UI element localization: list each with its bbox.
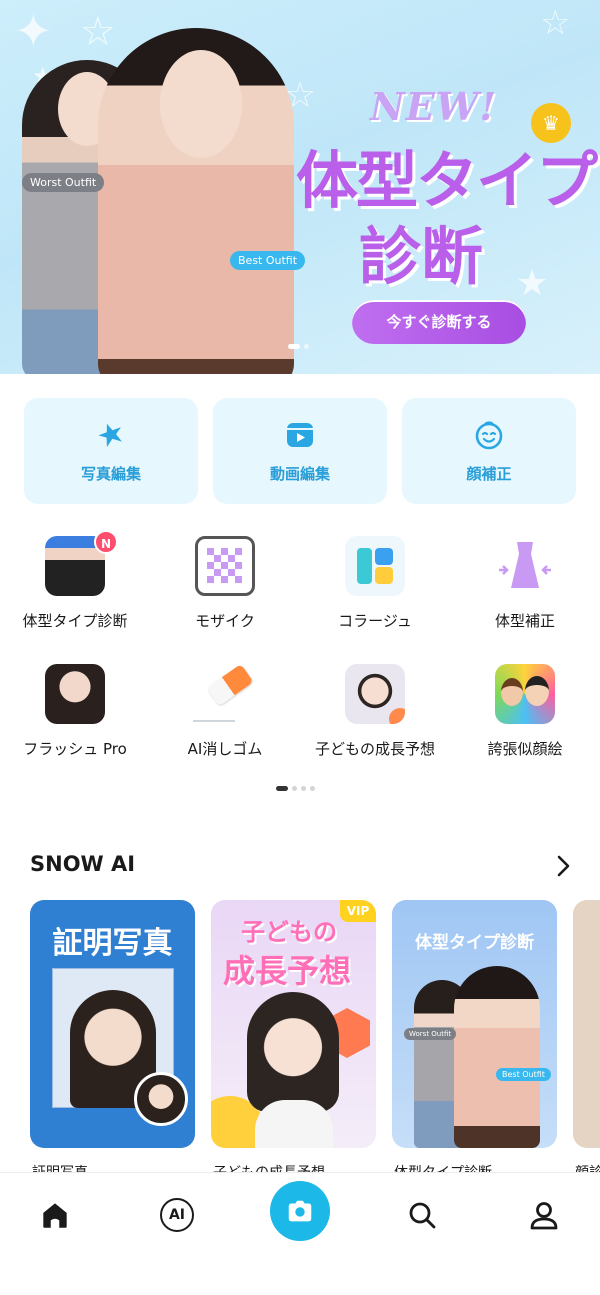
partial-card-image	[573, 900, 600, 1148]
child-shirt	[255, 1100, 333, 1148]
star-decoration: ☆	[540, 3, 571, 43]
face-icon	[475, 420, 503, 449]
new-badge: N	[94, 530, 118, 554]
profile-icon	[530, 1202, 558, 1230]
child-growth-thumbnail	[345, 664, 405, 724]
feature-label: 体型補正	[494, 612, 555, 630]
nav-search[interactable]	[402, 1195, 442, 1235]
feature-label: モザイク	[195, 612, 255, 630]
feature-label: AI消しゴム	[187, 740, 263, 758]
new-label: NEW!	[370, 84, 498, 129]
ai-card-partial[interactable]: 顔診	[573, 900, 600, 1181]
chevron-right-icon[interactable]	[552, 852, 576, 880]
feature-body-retouch[interactable]: 体型補正	[450, 536, 600, 642]
feature-label: 子どもの成長予想	[314, 740, 435, 758]
ai-card-id-photo[interactable]: 証明写真 証明写真	[30, 900, 195, 1181]
face-retouch-button[interactable]: 顔補正	[402, 398, 576, 504]
nav-ai[interactable]: AI	[157, 1195, 197, 1235]
feature-grid: N 体型タイプ診断 モザイク コラージュ 体型補正 フラッシュ Pro AI消し…	[0, 530, 600, 770]
camera-icon	[288, 1200, 312, 1222]
face-retouch-label: 顔補正	[466, 464, 512, 483]
photo-edit-button[interactable]: 写真編集	[24, 398, 198, 504]
feature-caricature[interactable]: 誇張似顔絵	[450, 664, 600, 770]
hero-pager	[288, 344, 309, 349]
feature-body-type-diagnosis[interactable]: N 体型タイプ診断	[0, 530, 150, 642]
bottom-nav: AI	[0, 1172, 600, 1295]
search-icon	[409, 1202, 436, 1229]
feature-label: 体型タイプ診断	[22, 612, 128, 630]
star-decoration: ✦	[14, 4, 53, 58]
caricature-thumbnail	[495, 664, 555, 724]
pager-dot-active	[276, 786, 288, 791]
worst-outfit-tag: Worst Outfit	[22, 173, 105, 192]
vip-badge: VIP	[340, 900, 376, 922]
photo-edit-icon	[98, 423, 122, 447]
ai-icon-label: AI	[168, 1207, 186, 1223]
home-icon	[43, 1203, 67, 1228]
mosaic-icon	[195, 536, 255, 596]
feature-mosaic[interactable]: モザイク	[150, 536, 300, 642]
pager-dot	[301, 786, 306, 791]
feature-collage[interactable]: コラージュ	[300, 536, 450, 642]
hero-title-line2: 診断	[358, 220, 483, 293]
feature-label: フラッシュ Pro	[23, 740, 127, 758]
photo-edit-label: 写真編集	[80, 464, 141, 483]
card-title-line1: 子どもの	[241, 918, 337, 946]
snow-ai-title: SNOW AI	[30, 852, 136, 876]
video-edit-label: 動画編集	[269, 464, 330, 483]
feature-label: 誇張似顔絵	[487, 740, 563, 758]
id-photo-image: 証明写真	[30, 900, 195, 1148]
snow-ai-carousel[interactable]: 証明写真 証明写真 VIP 子どもの 成長予想 子どもの成長予想 体型タイプ診断…	[30, 900, 600, 1181]
pager-dot	[310, 786, 315, 791]
ai-card-child-growth[interactable]: VIP 子どもの 成長予想 子どもの成長予想	[211, 900, 376, 1181]
small-portrait	[134, 1072, 188, 1126]
camera-button[interactable]	[270, 1181, 330, 1241]
dress-icon	[495, 536, 555, 596]
nav-home[interactable]	[35, 1195, 75, 1235]
feature-flash-pro[interactable]: フラッシュ Pro	[0, 664, 150, 770]
pager-dot	[292, 786, 297, 791]
flash-pro-thumbnail	[45, 664, 105, 724]
feature-pager	[276, 786, 315, 791]
video-edit-button[interactable]: 動画編集	[213, 398, 387, 504]
card-title: 体型タイプ診断	[415, 933, 534, 953]
card-title-line2: 成長予想	[223, 952, 352, 990]
main-tools: 写真編集 動画編集 顔補正	[24, 398, 576, 504]
diagnose-now-button[interactable]: 今すぐ診断する	[352, 300, 526, 344]
collage-icon	[345, 536, 405, 596]
feature-ai-eraser[interactable]: AI消しゴム	[150, 663, 300, 770]
card-title: 証明写真	[52, 926, 173, 961]
video-edit-icon	[287, 422, 313, 447]
model-best-outfit	[454, 966, 540, 1148]
best-outfit-tag: Best Outfit	[230, 251, 306, 270]
hero-banner[interactable]: ✦ ☆ ★ ☆ ★ ☆ Worst Outfit Best Outfit NEW…	[0, 0, 600, 374]
worst-outfit-tag: Worst Outfit	[404, 1028, 457, 1040]
nav-profile[interactable]	[524, 1195, 564, 1235]
ai-icon: AI	[160, 1198, 194, 1232]
feature-child-growth[interactable]: 子どもの成長予想	[300, 664, 450, 770]
child-growth-image: VIP 子どもの 成長予想	[211, 900, 376, 1148]
pager-dot	[304, 344, 309, 349]
best-outfit-tag: Best Outfit	[496, 1068, 551, 1081]
star-decoration: ☆	[80, 9, 116, 55]
ai-card-body-type[interactable]: 体型タイプ診断 Worst Outfit Best Outfit 体型タイプ診断	[392, 900, 557, 1181]
body-type-image: 体型タイプ診断 Worst Outfit Best Outfit	[392, 900, 557, 1148]
pager-dot-active	[288, 344, 300, 349]
model-face	[160, 50, 242, 158]
child-portrait	[247, 992, 339, 1112]
eraser-icon	[193, 663, 255, 724]
feature-label: コラージュ	[338, 612, 412, 630]
